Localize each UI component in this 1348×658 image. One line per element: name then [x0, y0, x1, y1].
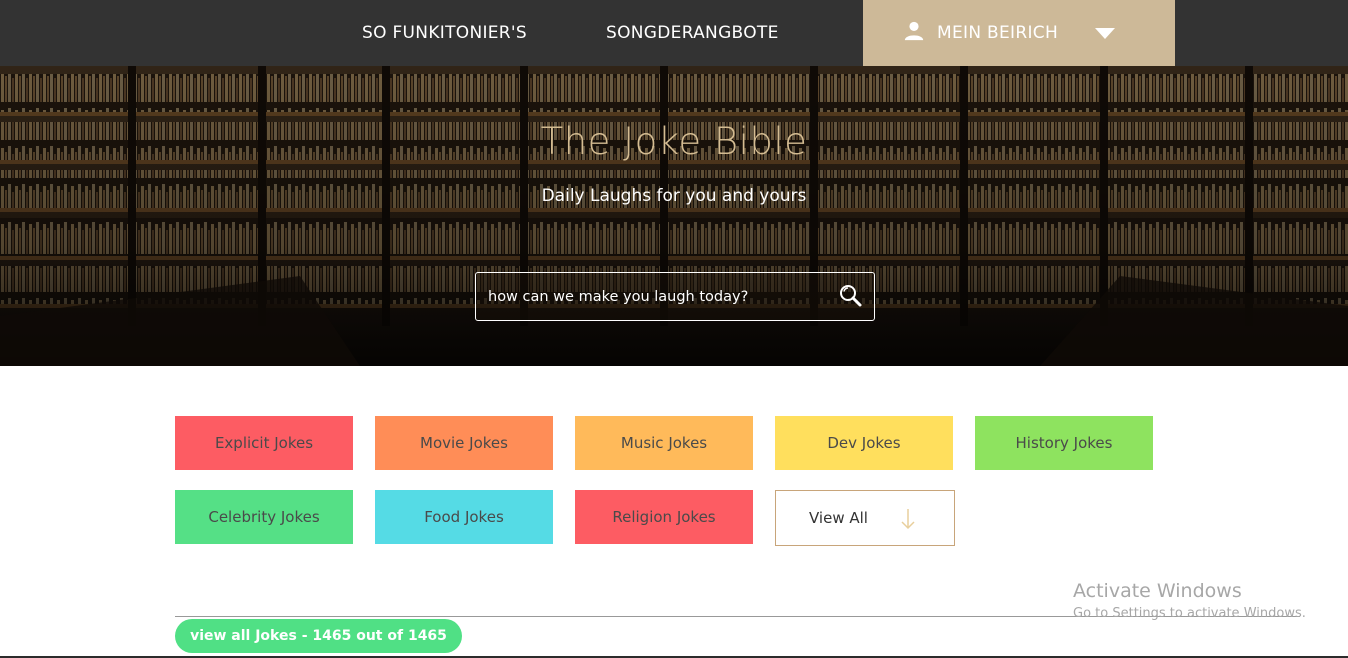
arrow-down-icon [901, 509, 915, 530]
page-title: The Joke Bible [540, 120, 808, 163]
category-button-food[interactable]: Food Jokes [375, 490, 553, 544]
chevron-down-icon [1095, 28, 1115, 39]
view-all-button[interactable]: View All [775, 490, 955, 546]
view-all-label: View All [809, 509, 868, 527]
account-menu-label: MEIN BEIRICH [937, 23, 1059, 43]
nav-link-funktioniers[interactable]: SO FUNKITONIER'S [362, 0, 527, 66]
account-menu-button[interactable]: MEIN BEIRICH [863, 0, 1175, 66]
search-bar [475, 272, 875, 321]
page-subtitle: Daily Laughs for you and yours [541, 186, 807, 206]
search-icon[interactable] [838, 283, 864, 309]
category-button-celebrity[interactable]: Celebrity Jokes [175, 490, 353, 544]
nav-link-songderangbote[interactable]: SONGDERANGBOTE [606, 0, 779, 66]
category-button-history[interactable]: History Jokes [975, 416, 1153, 470]
library-background-image [0, 66, 1348, 366]
hero-banner: The Joke Bible Daily Laughs for you and … [0, 66, 1348, 366]
view-all-jokes-button[interactable]: view all Jokes - 1465 out of 1465 [175, 619, 462, 653]
category-button-explicit[interactable]: Explicit Jokes [175, 416, 353, 470]
activate-windows-title: Activate Windows [1073, 580, 1242, 602]
category-button-dev[interactable]: Dev Jokes [775, 416, 953, 470]
top-navigation: SO FUNKITONIER'S SONGDERANGBOTE MEIN BEI… [0, 0, 1348, 66]
category-button-music[interactable]: Music Jokes [575, 416, 753, 470]
category-button-movie[interactable]: Movie Jokes [375, 416, 553, 470]
user-icon [904, 21, 924, 41]
activate-windows-subtitle: Go to Settings to activate Windows. [1073, 606, 1306, 621]
category-button-religion[interactable]: Religion Jokes [575, 490, 753, 544]
search-input[interactable] [477, 274, 827, 319]
